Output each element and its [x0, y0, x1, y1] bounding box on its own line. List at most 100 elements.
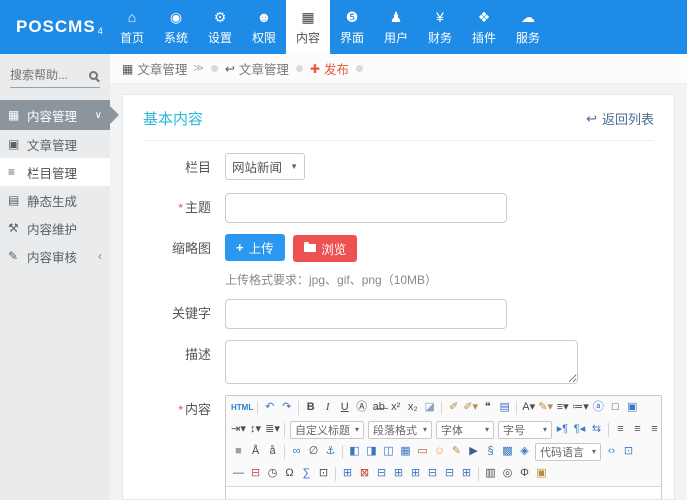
browse-button[interactable]: 浏览: [293, 235, 357, 262]
tb-format-painter-menu-button[interactable]: ✐▾: [462, 399, 479, 417]
tb-image-block-button[interactable]: ▦: [397, 443, 414, 461]
tb-paste-button[interactable]: ▣: [533, 465, 550, 483]
tb-font-family-select[interactable]: 字体▾: [436, 421, 494, 439]
tb-auto-typeset-button[interactable]: Ⓐ: [353, 399, 370, 417]
tb-code-language-select[interactable]: 代码语言▾: [535, 443, 601, 461]
tb-undo-button[interactable]: ↶: [261, 399, 278, 417]
tb-custom-title-select[interactable]: 自定义标题▾: [290, 421, 364, 439]
tb-anchor-button[interactable]: ⚓: [322, 443, 339, 461]
tb-line-height-menu-button[interactable]: ↕▾: [247, 421, 264, 439]
tb-ordered-list-button[interactable]: ≡▾: [554, 399, 571, 417]
description-textarea[interactable]: [225, 340, 578, 384]
nav-item-finance[interactable]: ¥财务: [418, 0, 462, 54]
tb-unlink-button[interactable]: ∅: [305, 443, 322, 461]
tb-preview-button[interactable]: ▣: [624, 399, 641, 417]
tb-source-code-button[interactable]: HTML: [230, 399, 254, 417]
tb-underline-button[interactable]: U: [336, 399, 353, 417]
tb-uppercase-button[interactable]: Å: [247, 443, 264, 461]
tb-date-button[interactable]: ⊟: [247, 465, 264, 483]
tb-snapscreen-button[interactable]: ⊡: [620, 443, 637, 461]
tb-format-painter-button[interactable]: ✐: [445, 399, 462, 417]
tb-emoticon-button[interactable]: ☺: [431, 443, 448, 461]
tb-insert-code-button[interactable]: ‹›: [603, 443, 620, 461]
tb-image-left-button[interactable]: ◧: [346, 443, 363, 461]
tb-align-right-button[interactable]: ≡: [646, 421, 659, 439]
tb-insert-row-button[interactable]: ⊞: [390, 465, 407, 483]
tb-merge-cells-button[interactable]: ⊞: [458, 465, 475, 483]
tb-blockquote-button[interactable]: ❝: [479, 399, 496, 417]
tb-bold-button[interactable]: B: [302, 399, 319, 417]
tb-image-right-button[interactable]: ◨: [363, 443, 380, 461]
search-input[interactable]: [10, 68, 89, 82]
tb-italic-button[interactable]: I: [319, 399, 336, 417]
nav-item-services[interactable]: ☁服务: [506, 0, 550, 54]
tb-map-button[interactable]: ◈: [516, 443, 533, 461]
app-logo[interactable]: POSCMS4: [0, 0, 110, 54]
tb-strikethrough-button[interactable]: a̶b̶: [370, 399, 387, 417]
nav-item-plugins[interactable]: ❖插件: [462, 0, 506, 54]
nav-item-users[interactable]: ♟用户: [374, 0, 418, 54]
tb-lowercase-button[interactable]: å: [264, 443, 281, 461]
tb-redo-button[interactable]: ↷: [278, 399, 295, 417]
tb-subscript-button[interactable]: x₂: [404, 399, 421, 417]
tb-background-color-button[interactable]: ■: [230, 443, 247, 461]
tb-new-page-button[interactable]: □: [607, 399, 624, 417]
tb-video-button[interactable]: ▶: [465, 443, 482, 461]
editor-content-area[interactable]: [226, 487, 661, 500]
tb-attachment-button[interactable]: §: [482, 443, 499, 461]
column-select[interactable]: 网站新闻 ▼: [225, 153, 305, 180]
breadcrumb-item-publish[interactable]: ✚发布: [310, 59, 349, 78]
tb-print-button[interactable]: ▥: [482, 465, 499, 483]
tb-template-button[interactable]: ⊡: [315, 465, 332, 483]
keywords-input[interactable]: [225, 299, 507, 329]
breadcrumb-item-article-manage-return[interactable]: ↩文章管理: [225, 59, 289, 78]
nav-item-settings[interactable]: ⚙设置: [198, 0, 242, 54]
tb-link-button[interactable]: ∞: [288, 443, 305, 461]
sidebar-item-column-manage[interactable]: ≡栏目管理: [0, 158, 110, 186]
tb-superscript-button[interactable]: x²: [387, 399, 404, 417]
tb-dir-rtl-button[interactable]: ¶◂: [571, 421, 588, 439]
tb-font-color-button[interactable]: A▾: [520, 399, 537, 417]
tb-find-button[interactable]: Φ: [516, 465, 533, 483]
tb-scrawl-button[interactable]: ✎: [448, 443, 465, 461]
tb-unordered-list-button[interactable]: ≔▾: [571, 399, 590, 417]
tb-table-title-button[interactable]: ⊟: [373, 465, 390, 483]
tb-delete-table-button[interactable]: ⊠: [356, 465, 373, 483]
sidebar-item-article-manage[interactable]: ▣文章管理: [0, 130, 110, 158]
tb-delete-col-button[interactable]: ⊟: [441, 465, 458, 483]
tb-font-size-select[interactable]: 字号▾: [498, 421, 552, 439]
nav-item-content[interactable]: ▦内容: [286, 0, 330, 54]
tb-dir-ltr-button[interactable]: ▸¶: [554, 421, 571, 439]
tb-insert-image-button[interactable]: ▩: [499, 443, 516, 461]
tb-paste-word-button[interactable]: ▤: [496, 399, 513, 417]
tb-anchor-text-button[interactable]: ⓐ: [590, 399, 607, 417]
tb-insert-col-button[interactable]: ⊞: [407, 465, 424, 483]
tb-remove-format-button[interactable]: ◪: [421, 399, 438, 417]
tb-indent-menu-button[interactable]: ⇥▾: [230, 421, 247, 439]
breadcrumb-item-article-manage[interactable]: ▦文章管理≫: [122, 59, 204, 78]
tb-align-left-button[interactable]: ≡: [612, 421, 629, 439]
subject-input[interactable]: [225, 193, 507, 223]
sidebar-item-content-maintain[interactable]: ⚒内容维护: [0, 214, 110, 242]
tb-search-replace-button[interactable]: ◎: [499, 465, 516, 483]
tb-formula-button[interactable]: ∑: [298, 465, 315, 483]
nav-item-system[interactable]: ◉系统: [154, 0, 198, 54]
search-icon[interactable]: [89, 71, 98, 80]
sidebar-section-content-manage[interactable]: ▦内容管理∨: [0, 100, 110, 130]
tb-highlight-color-button[interactable]: ✎▾: [537, 399, 554, 417]
sidebar-item-static-generate[interactable]: ▤静态生成: [0, 186, 110, 214]
tb-horizontal-rule-button[interactable]: —: [230, 465, 247, 483]
nav-item-home[interactable]: ⌂首页: [110, 0, 154, 54]
upload-button[interactable]: + 上传: [225, 234, 285, 261]
tb-image-none-button[interactable]: ▭: [414, 443, 431, 461]
tb-align-center-button[interactable]: ≡: [629, 421, 646, 439]
tb-image-center-button[interactable]: ◫: [380, 443, 397, 461]
nav-item-interface[interactable]: ❺界面: [330, 0, 374, 54]
nav-item-permissions[interactable]: ☻权限: [242, 0, 286, 54]
tb-paragraph-format-select[interactable]: 段落格式▾: [368, 421, 432, 439]
tb-delete-row-button[interactable]: ⊟: [424, 465, 441, 483]
sidebar-item-content-audit[interactable]: ✎内容审核‹: [0, 242, 110, 270]
tb-special-chars-button[interactable]: Ω: [281, 465, 298, 483]
tb-insert-table-button[interactable]: ⊞: [339, 465, 356, 483]
back-to-list-link[interactable]: ↩ 返回列表: [586, 109, 654, 128]
